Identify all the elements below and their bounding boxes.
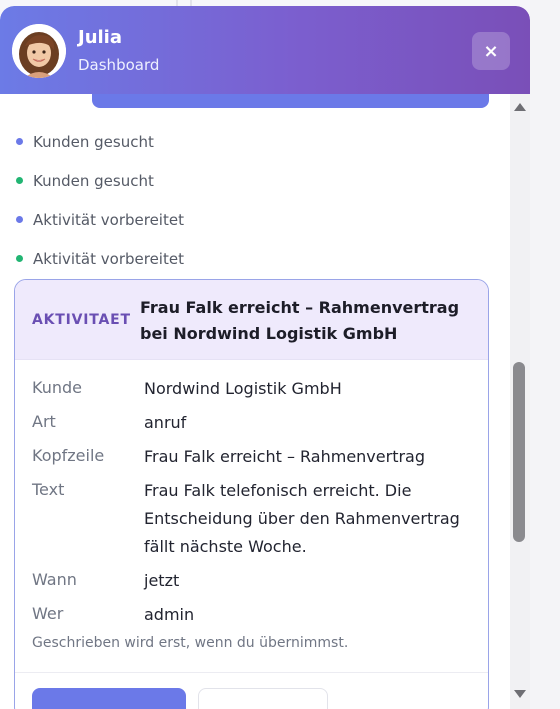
status-text: Aktivität vorbereitet — [33, 210, 184, 229]
detail-row: Wer admin — [32, 601, 482, 629]
status-dot-icon — [16, 177, 23, 184]
detail-value: jetzt — [144, 571, 180, 590]
scroll-down-icon[interactable] — [514, 690, 526, 698]
detail-label: Wann — [32, 570, 77, 589]
app-stage: Julia Dashboard × Kunden gesucht Kunden … — [0, 0, 560, 709]
status-item: Kunden gesucht — [16, 161, 496, 200]
status-text: Kunden gesucht — [33, 171, 154, 190]
detail-value: admin — [144, 605, 195, 624]
activity-details: Kunde Nordwind Logistik GmbH Art anruf K… — [32, 375, 482, 635]
detail-label: Wer — [32, 604, 64, 623]
scroll-up-icon[interactable] — [514, 103, 526, 111]
close-button[interactable]: × — [472, 32, 510, 70]
status-dot-icon — [16, 216, 23, 223]
activity-type-badge: AKTIVITAET — [32, 312, 131, 328]
confirmation-note: Geschrieben wird erst, wenn du übernimms… — [32, 635, 349, 651]
status-item: Aktivität vorbereitet — [16, 200, 496, 239]
user-subtitle: Dashboard — [78, 56, 160, 74]
detail-label: Art — [32, 412, 56, 431]
detail-label: Text — [32, 480, 65, 499]
detail-label: Kunde — [32, 378, 82, 397]
detail-value: Frau Falk telefonisch erreicht. Die Ents… — [144, 481, 460, 556]
detail-row: Kunde Nordwind Logistik GmbH — [32, 375, 482, 403]
scroll-thumb[interactable] — [513, 362, 525, 542]
detail-value: Frau Falk erreicht – Rahmenvertrag — [144, 447, 426, 466]
avatar-portrait-icon — [12, 24, 66, 78]
secondary-button[interactable] — [198, 688, 328, 709]
scrollbar[interactable] — [510, 94, 530, 709]
detail-row: Kopfzeile Frau Falk erreicht – Rahmenver… — [32, 443, 482, 471]
activity-card-header: AKTIVITAET Frau Falk erreicht – Rahmenve… — [15, 280, 488, 360]
card-divider — [15, 672, 488, 673]
status-text: Aktivität vorbereitet — [33, 249, 184, 268]
window-edge — [530, 0, 560, 709]
status-dot-icon — [16, 255, 23, 262]
status-list: Kunden gesucht Kunden gesucht Aktivität … — [16, 122, 496, 278]
user-message-bubble — [92, 94, 489, 108]
detail-value: Nordwind Logistik GmbH — [144, 379, 342, 398]
message-area: Kunden gesucht Kunden gesucht Aktivität … — [0, 94, 510, 709]
detail-row: Art anruf — [32, 409, 482, 437]
status-text: Kunden gesucht — [33, 132, 154, 151]
detail-row: Text Frau Falk telefonisch erreicht. Die… — [32, 477, 482, 561]
user-name: Julia — [78, 27, 122, 48]
accept-button[interactable] — [32, 688, 186, 709]
status-dot-icon — [16, 138, 23, 145]
avatar — [12, 24, 66, 78]
chat-panel: Julia Dashboard × Kunden gesucht Kunden … — [0, 6, 530, 709]
detail-value: anruf — [144, 413, 187, 432]
activity-card: AKTIVITAET Frau Falk erreicht – Rahmenve… — [14, 279, 489, 709]
close-icon: × — [483, 40, 499, 62]
panel-header: Julia Dashboard × — [0, 6, 530, 94]
status-item: Aktivität vorbereitet — [16, 239, 496, 278]
status-item: Kunden gesucht — [16, 122, 496, 161]
activity-title: Frau Falk erreicht – Rahmenvertrag bei N… — [140, 298, 460, 343]
detail-label: Kopfzeile — [32, 446, 105, 465]
detail-row: Wann jetzt — [32, 567, 482, 595]
